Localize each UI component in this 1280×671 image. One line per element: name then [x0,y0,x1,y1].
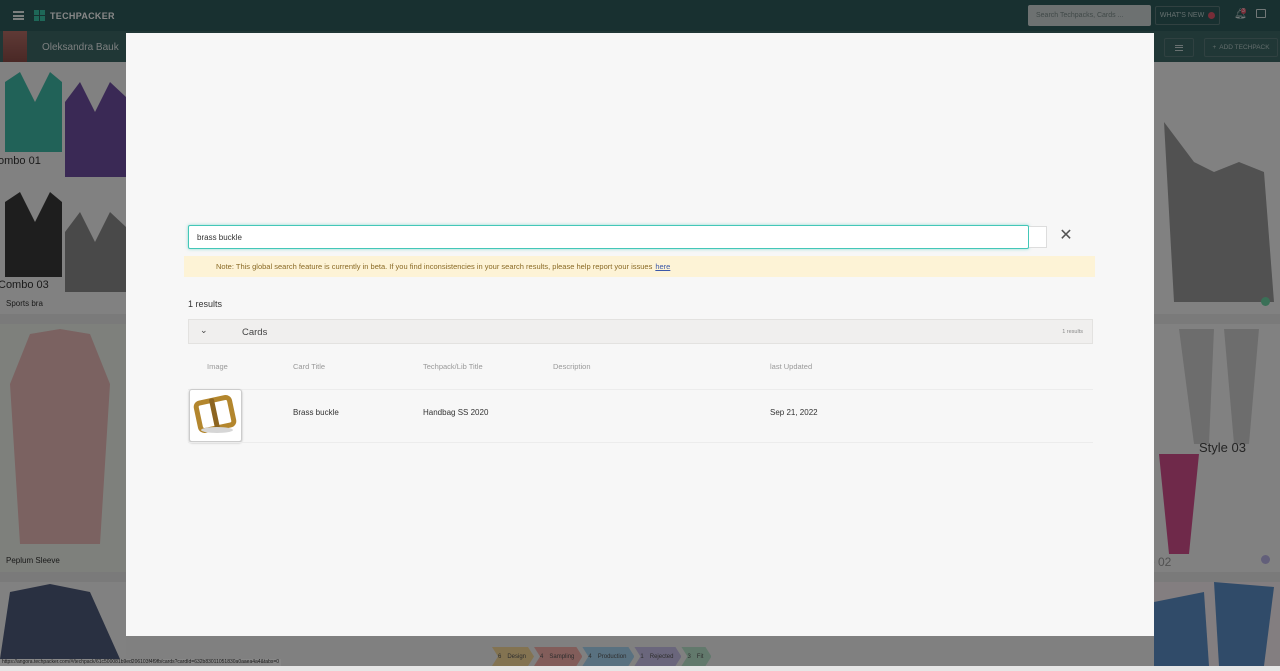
beta-notice-text: Note: This global search feature is curr… [216,262,653,271]
cell-techpack-title: Handbag SS 2020 [423,408,489,417]
global-search-modal: brass buckle ✕ Note: This global search … [126,33,1154,636]
row-divider [188,389,1093,390]
column-header-card-title: Card Title [293,362,326,371]
search-input[interactable]: brass buckle [188,225,1029,249]
column-header-last-updated: last Updated [770,362,813,371]
close-icon[interactable]: ✕ [1058,228,1074,244]
card-thumbnail[interactable] [189,389,242,442]
column-header-image: Image [207,362,228,371]
row-divider [188,442,1093,443]
report-issue-link[interactable]: here [655,262,670,271]
chevron-down-icon[interactable]: ⌄ [200,325,208,336]
section-title: Cards [242,327,268,338]
cell-last-updated: Sep 21, 2022 [770,408,818,417]
column-header-techpack-title: Techpack/Lib Title [423,362,483,371]
beta-notice: Note: This global search feature is curr… [184,256,1095,277]
buckle-image [193,395,237,433]
cell-card-title[interactable]: Brass buckle [293,408,339,417]
section-result-count: 1 results [1062,329,1083,335]
cards-section-header[interactable]: ⌄ Cards 1 results [188,319,1093,344]
results-count: 1 results [188,299,223,309]
column-header-description: Description [553,362,591,371]
search-input-adornment [1029,226,1047,248]
